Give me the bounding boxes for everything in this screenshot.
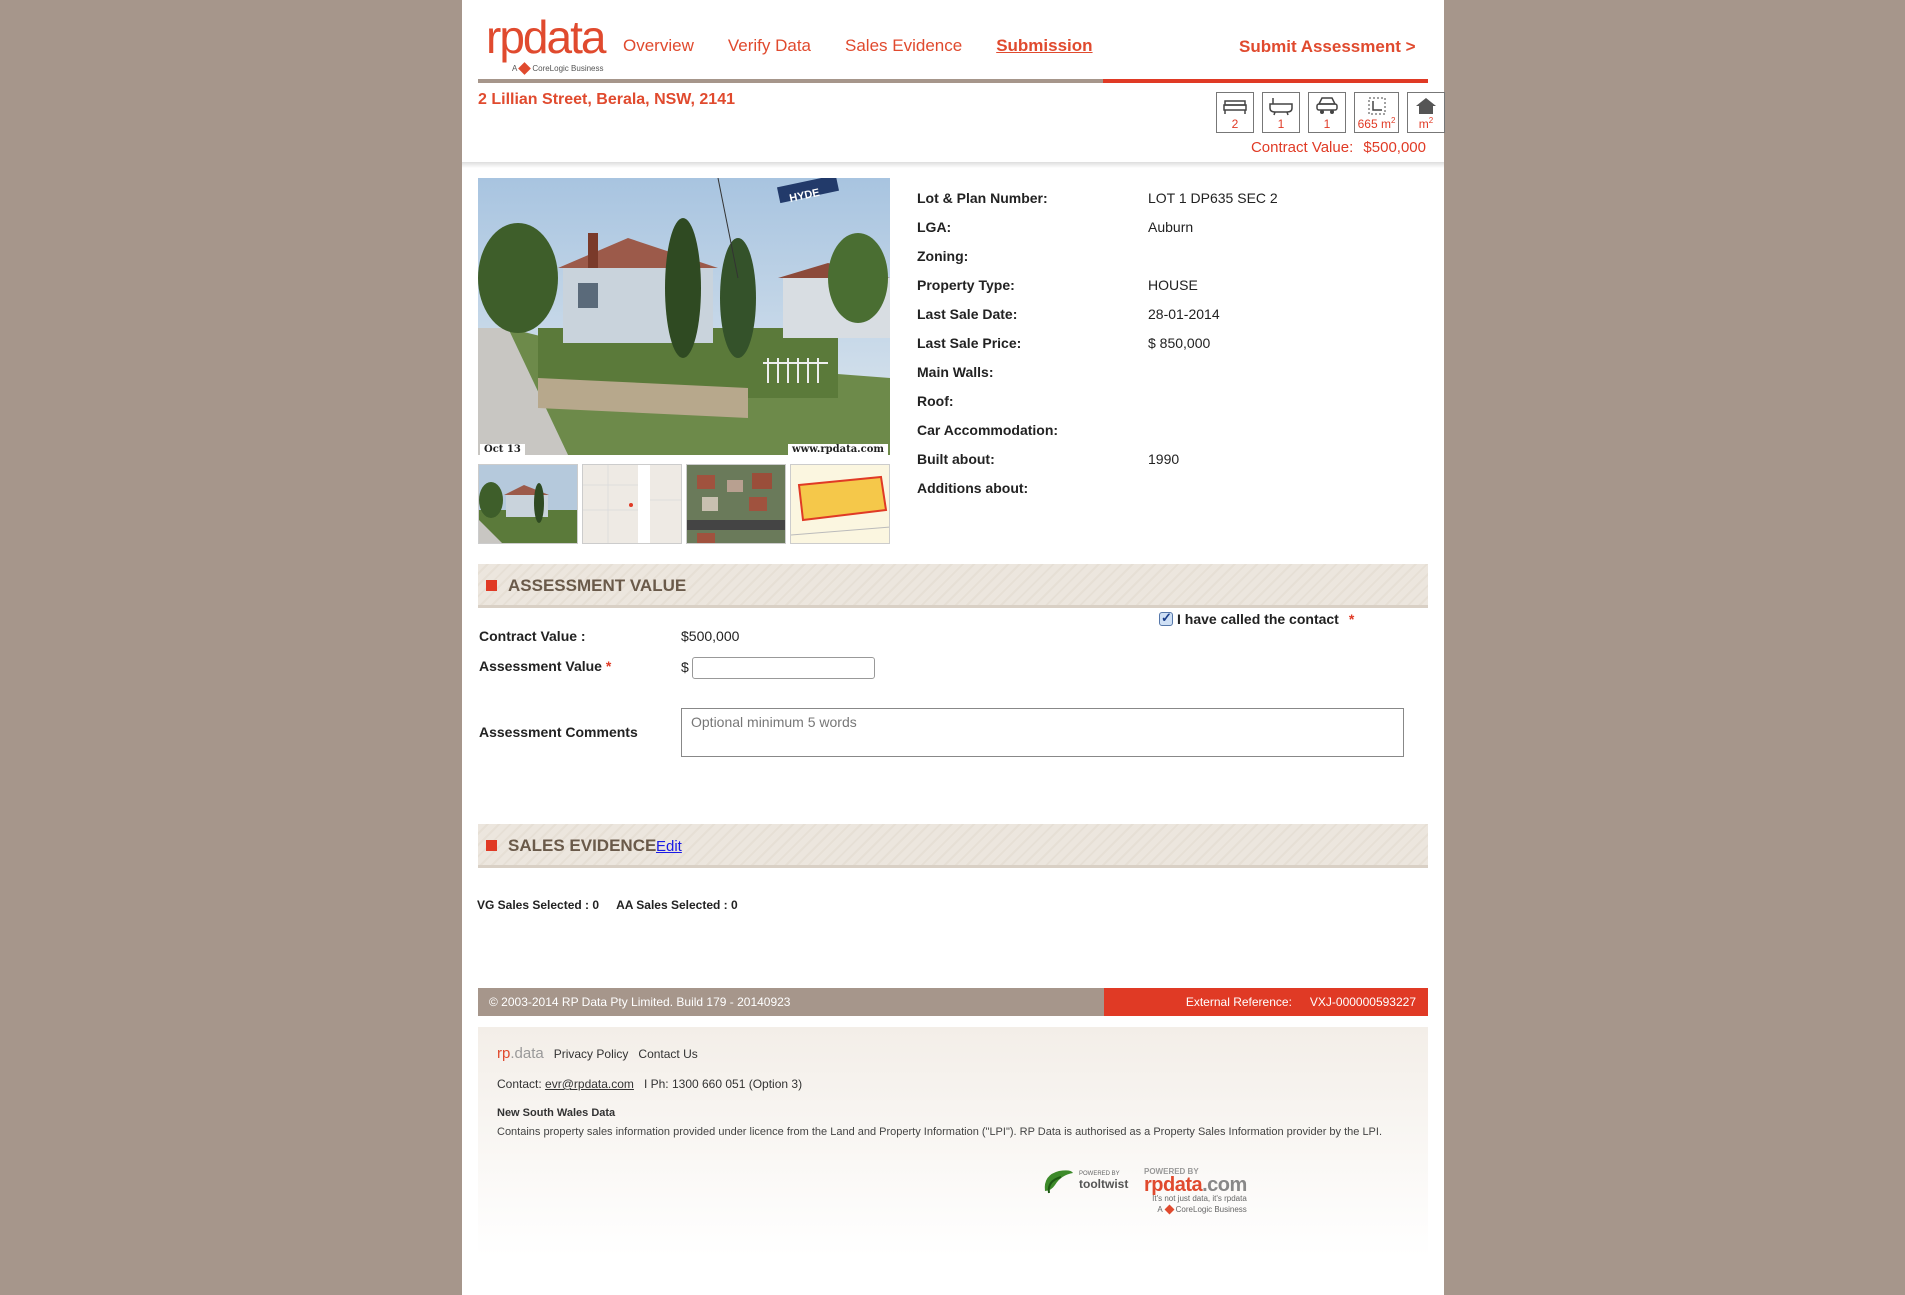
floor-area-value: m2 [1418, 116, 1434, 131]
corelogic-icon [1164, 1204, 1175, 1215]
detail-row-built-about: Built about: 1990 [917, 450, 1180, 467]
photo-watermark: www.rpdata.com [788, 444, 888, 455]
nav-verify-data[interactable]: Verify Data [728, 36, 811, 56]
sales-counts: VG Sales Selected : 0 AA Sales Selected … [477, 898, 738, 912]
footer-status-bar: © 2003-2014 RP Data Pty Limited. Build 1… [478, 988, 1428, 1016]
assessment-value-label: Assessment Value * [479, 658, 612, 674]
tooltwist-name: tooltwist [1079, 1177, 1129, 1191]
photo-date: Oct 13 [480, 444, 525, 455]
called-contact-label: I have called the contact [1177, 611, 1339, 627]
rpdata-powered-badge[interactable]: POWERED BY rpdata.com It's not just data… [1144, 1167, 1247, 1215]
contract-value-amount: $500,000 [1363, 139, 1426, 156]
property-features: 2 1 1 665 m2 m2 [1216, 92, 1445, 133]
sales-evidence-edit-link[interactable]: Edit [656, 838, 682, 855]
nsw-data-title: New South Wales Data [497, 1107, 616, 1119]
thumbnail-street-map[interactable] [582, 464, 682, 544]
thumbnail-street-photo[interactable] [478, 464, 578, 544]
contact-us-link[interactable]: Contact Us [638, 1047, 697, 1061]
detail-row-car-accommodation: Car Accommodation: [917, 421, 1059, 438]
land-area-feature: 665 m2 [1354, 92, 1399, 133]
external-reference-label: External Reference: [1185, 995, 1292, 1009]
rpdata-logo[interactable]: rpdata A CoreLogic Business [486, 11, 616, 75]
nav-overview[interactable]: Overview [623, 36, 694, 56]
external-reference: External Reference: VXJ-000000593227 [1104, 988, 1428, 1016]
footer-links: rp.data Privacy Policy Contact Us [497, 1045, 698, 1062]
contract-value-label: Contract Value : [479, 628, 586, 644]
tooltwist-badge[interactable]: POWERED BY tooltwist [1041, 1167, 1128, 1195]
bedrooms-count: 2 [1231, 117, 1239, 131]
property-address: 2 Lillian Street, Berala, NSW, 2141 [478, 91, 735, 108]
logo-sub-a: A [512, 64, 518, 73]
aa-sales-count: AA Sales Selected : 0 [616, 898, 738, 912]
land-area-icon [1368, 97, 1385, 115]
section-marker-icon [486, 580, 497, 591]
assessment-section-title: ASSESSMENT VALUE [508, 576, 687, 595]
carspaces-count: 1 [1323, 117, 1331, 131]
assessment-comments-textarea[interactable]: Optional minimum 5 words [681, 708, 1404, 757]
header-divider [478, 79, 1428, 83]
bedrooms-feature: 2 [1216, 92, 1254, 133]
contract-value-amount: $500,000 [681, 628, 740, 644]
main-nav: Overview Verify Data Sales Evidence Subm… [623, 36, 1093, 56]
thumbnail-lot-plan[interactable] [790, 464, 890, 544]
detail-row-additions-about: Additions about: [917, 479, 1029, 496]
copyright-text: © 2003-2014 RP Data Pty Limited. Build 1… [478, 988, 1104, 1016]
assessment-value-input[interactable] [692, 657, 875, 679]
house-photo: HYDE [478, 178, 890, 455]
corelogic-icon [518, 62, 532, 75]
bathrooms-count: 1 [1277, 117, 1285, 131]
floor-area-feature: m2 [1407, 92, 1445, 133]
car-icon [1316, 97, 1338, 114]
logo-text: rpdata [486, 11, 606, 63]
contract-value-summary: Contract Value: $500,000 [1251, 139, 1426, 156]
rp-powered-tagline: It's not just data, it's rpdata [1152, 1194, 1247, 1203]
currency-symbol: $ [681, 659, 689, 675]
vg-sales-count: VG Sales Selected : 0 [477, 898, 600, 912]
property-main-photo[interactable]: HYDE Oct 13 www.rpdata.com [478, 178, 890, 455]
nsw-data-text: Contains property sales information prov… [497, 1126, 1383, 1138]
submit-assessment-button[interactable]: Submit Assessment > [1239, 37, 1416, 57]
detail-row-main-walls: Main Walls: [917, 363, 994, 380]
detail-row-property-type: Property Type: HOUSE [917, 276, 1198, 293]
section-marker-icon [486, 840, 497, 851]
detail-row-last-sale-date: Last Sale Date: 28-01-2014 [917, 305, 1220, 322]
logo-sub-text: CoreLogic Business [532, 64, 604, 73]
land-area-value: 665 m2 [1357, 116, 1396, 131]
page: rpdata A CoreLogic Business Overview Ver… [462, 0, 1445, 1295]
sales-evidence-section-title: SALES EVIDENCE [508, 836, 657, 855]
property-details: Lot & Plan Number: LOT 1 DP635 SEC 2 LGA:… [917, 183, 1278, 502]
bathrooms-feature: 1 [1262, 92, 1300, 133]
checkbox-checked-icon[interactable] [1159, 610, 1173, 626]
detail-row-lot-plan: Lot & Plan Number: LOT 1 DP635 SEC 2 [917, 189, 1278, 206]
thumbnail-aerial[interactable] [686, 464, 786, 544]
house-icon [1416, 98, 1436, 114]
external-reference-value: VXJ-000000593227 [1309, 995, 1416, 1009]
contact-phone: I Ph: 1300 660 051 (Option 3) [643, 1077, 803, 1091]
nav-submission[interactable]: Submission [996, 36, 1092, 56]
detail-row-roof: Roof: [917, 392, 954, 409]
rp-powered-name: rpdata.com [1144, 1174, 1247, 1196]
detail-row-lga: LGA: Auburn [917, 218, 1194, 235]
contact-email-link[interactable]: evr@rpdata.com [545, 1077, 634, 1091]
sales-evidence-section-header: SALES EVIDENCE Edit [478, 824, 1428, 868]
corelogic-tagline: A CoreLogic Business [512, 62, 604, 75]
footer: rp.data Privacy Policy Contact Us Contac… [478, 1027, 1428, 1257]
bed-icon [1223, 100, 1247, 114]
detail-row-last-sale-price: Last Sale Price: $ 850,000 [917, 334, 1211, 351]
tooltwist-leaf-icon [1044, 1170, 1073, 1194]
carspaces-feature: 1 [1308, 92, 1346, 133]
required-mark: * [1348, 611, 1355, 627]
bath-icon [1269, 98, 1293, 116]
footer-rpdata-logo: rp.data [497, 1045, 544, 1062]
called-contact-checkbox[interactable]: I have called the contact * [1159, 610, 1355, 627]
detail-row-zoning: Zoning: [917, 247, 969, 264]
rp-powered-corelogic: A CoreLogic Business [1157, 1204, 1247, 1215]
contract-value-label: Contract Value: [1250, 139, 1354, 156]
assessment-comments-label: Assessment Comments [479, 724, 638, 740]
footer-contact: Contact: evr@rpdata.com I Ph: 1300 660 0… [497, 1077, 803, 1091]
nav-sales-evidence[interactable]: Sales Evidence [845, 36, 962, 56]
assessment-section-header: ASSESSMENT VALUE [478, 564, 1428, 608]
privacy-policy-link[interactable]: Privacy Policy [554, 1047, 629, 1061]
photo-thumbnails [478, 464, 890, 544]
